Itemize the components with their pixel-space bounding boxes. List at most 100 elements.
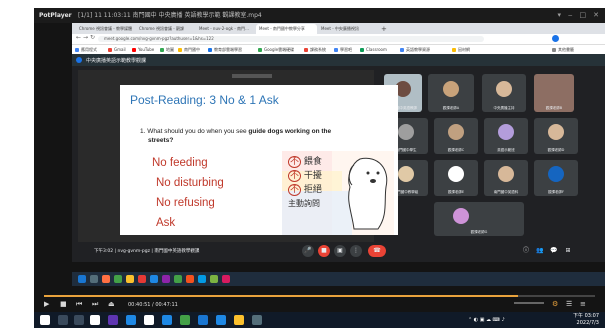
- activities-icon[interactable]: ⊞: [562, 245, 574, 257]
- participant-name: 南門國中英語科: [493, 190, 519, 194]
- app-icon[interactable]: [144, 315, 154, 325]
- clock-date: 2022/7/3: [576, 320, 599, 326]
- minimize-icon[interactable]: ‒: [568, 8, 572, 23]
- participant-tile[interactable]: 中央廣播主持: [482, 74, 526, 112]
- participant-tile[interactable]: 觀課老師D: [534, 118, 578, 154]
- start-icon: [78, 275, 86, 283]
- participant-tile[interactable]: 觀課老師G: [434, 202, 524, 236]
- app-icon[interactable]: [90, 315, 100, 325]
- more-options-icon[interactable]: ⋮: [350, 245, 362, 257]
- participant-name: 觀課老師D: [547, 148, 565, 152]
- browser-tab[interactable]: Chrome 視訊會議 - 觀課: [136, 24, 195, 34]
- app-icon: [162, 275, 170, 283]
- microphone-icon[interactable]: 🎤: [302, 245, 314, 257]
- next-icon[interactable]: ⏭: [92, 300, 98, 309]
- bookmark-item[interactable]: 課務系統: [304, 46, 326, 53]
- participant-name: 中央廣播主持: [493, 106, 515, 110]
- participant-tile[interactable]: 觀課老師A: [428, 74, 474, 112]
- bookmark-item[interactable]: 應用程式: [75, 46, 97, 53]
- settings-icon[interactable]: ⚙: [552, 300, 558, 308]
- bookmark-item[interactable]: 地圖: [160, 46, 174, 53]
- bookmark-item[interactable]: 學習吧: [334, 46, 352, 53]
- participant-tile[interactable]: 觀課老師E: [434, 160, 478, 196]
- browser-tab[interactable]: Meet - nuv-2-ogk - 南門...: [196, 24, 255, 34]
- meeting-time: 下午3:02 | nvg-gvnm-pgz | 南門國中英語教學觀課: [94, 249, 200, 254]
- bookmark-item[interactable]: 教育部雲端學習: [208, 46, 242, 53]
- participant-tile[interactable]: 觀課老師F: [534, 160, 578, 196]
- bookmark-item[interactable]: 英語教學資源: [400, 46, 430, 53]
- powerpoint-icon: [186, 275, 194, 283]
- chinese-annotation: 不 餵食 不 干擾 不 拒絕 主動詢問: [288, 156, 322, 208]
- previous-icon[interactable]: ⏮: [76, 300, 82, 309]
- reload-icon[interactable]: ↻: [90, 34, 95, 41]
- new-tab-button[interactable]: +: [378, 24, 389, 34]
- menu-icon[interactable]: ▾: [558, 8, 562, 23]
- system-clock[interactable]: 下午 03:07 2022/7/3: [573, 313, 599, 327]
- volume-slider[interactable]: [514, 302, 544, 304]
- profile-avatar-icon[interactable]: [552, 35, 559, 42]
- participant-avatar: [453, 207, 469, 224]
- bookmark-item[interactable]: YouTube: [132, 46, 154, 53]
- edge-icon: [150, 275, 158, 283]
- bookmark-item[interactable]: Google雲端硬碟: [258, 46, 294, 53]
- bookmark-item[interactable]: Classroom: [360, 46, 387, 53]
- chat-icon[interactable]: 💬: [548, 245, 560, 257]
- slide-answer-1: No feeding: [152, 157, 208, 169]
- maximize-icon[interactable]: □: [580, 8, 587, 23]
- chrome-icon: [174, 275, 182, 283]
- app-icon[interactable]: [216, 315, 226, 325]
- meeting-title: 中央廣播英語示範教學觀課: [86, 58, 147, 64]
- menu-icon[interactable]: ≡: [580, 300, 586, 308]
- app-icon[interactable]: [252, 315, 262, 325]
- participant-name: 觀課老師F: [547, 190, 564, 194]
- camera-off-icon[interactable]: ■: [318, 245, 330, 257]
- participant-tile[interactable]: 英語示範班: [484, 118, 528, 154]
- tray-icons[interactable]: ⌃ ◐ ▣ ☁ ⌨ ♪: [468, 317, 505, 323]
- bookmark-item[interactable]: 南門國中: [178, 46, 200, 53]
- presentation-slide: Post-Reading: 3 No & 1 Ask 1. What shoul…: [120, 85, 398, 235]
- chrome-icon[interactable]: [180, 315, 190, 325]
- task-view-icon[interactable]: [74, 315, 84, 325]
- participant-tile[interactable]: 南門國中英語科: [484, 160, 528, 196]
- stop-icon[interactable]: ■: [60, 300, 67, 308]
- participant-tile[interactable]: 觀課老師B: [534, 74, 574, 112]
- search-icon[interactable]: [58, 315, 68, 325]
- potplayer-icon[interactable]: [234, 315, 244, 325]
- bookmark-item[interactable]: Gmail: [108, 46, 126, 53]
- bookmark-item[interactable]: 其他書籤: [552, 46, 574, 53]
- windows-taskbar: ⌃ ◐ ▣ ☁ ⌨ ♪ 下午 03:07 2022/7/3: [34, 312, 605, 328]
- app-icon[interactable]: [108, 315, 118, 325]
- end-call-button[interactable]: ☎: [368, 245, 386, 257]
- app-icon: [222, 275, 230, 283]
- recorded-taskbar: [72, 272, 605, 286]
- bookmark-item[interactable]: 因材網: [452, 46, 470, 53]
- browser-tab[interactable]: Chrome 視訊會議 - 教學媒體: [76, 24, 135, 34]
- participants-icon[interactable]: 👥: [534, 245, 546, 257]
- browser-tab[interactable]: Meet - 中央廣播視訊: [318, 24, 377, 34]
- url-input[interactable]: meet.google.com/nvg-gvnm-pgz?authuser=1&…: [98, 36, 484, 42]
- participant-name: 觀課老師B: [545, 106, 563, 110]
- browser-tab-active[interactable]: Meet - 南門國中教學分享: [256, 24, 317, 34]
- participant-tile[interactable]: 觀課老師C: [434, 118, 478, 154]
- meet-controls-bar: 下午3:02 | nvg-gvnm-pgz | 南門國中英語教學觀課 🎤 ■ ▣…: [72, 242, 605, 262]
- player-file-title: [1/1] 11 11:03:11 南門國中 中央廣播 英語教學示範 觀課教室.…: [78, 12, 262, 19]
- participant-name: 觀課老師A: [442, 106, 460, 110]
- participant-avatar: [496, 81, 512, 98]
- playlist-icon[interactable]: ☰: [566, 300, 572, 308]
- forward-icon[interactable]: →: [83, 34, 88, 41]
- present-icon[interactable]: ▣: [334, 245, 346, 257]
- participant-avatar: [548, 166, 564, 183]
- meeting-info-icon[interactable]: ⓘ: [520, 245, 532, 257]
- windows-start-icon[interactable]: [40, 315, 50, 325]
- close-icon[interactable]: ✕: [593, 8, 599, 23]
- participant-name: 觀課老師C: [447, 148, 465, 152]
- back-icon[interactable]: ←: [76, 34, 81, 41]
- app-icon[interactable]: [198, 315, 208, 325]
- play-icon[interactable]: ▶: [44, 300, 49, 308]
- open-icon[interactable]: ⏏: [108, 300, 115, 308]
- participant-avatar: [498, 124, 514, 141]
- player-controls: ▶ ■ ⏮ ⏭ ⏏ 00:40:51 / 00:47:11 ⚙ ☰ ≡: [34, 298, 605, 312]
- app-icon[interactable]: [126, 315, 136, 325]
- app-icon: [114, 275, 122, 283]
- edge-icon[interactable]: [162, 315, 172, 325]
